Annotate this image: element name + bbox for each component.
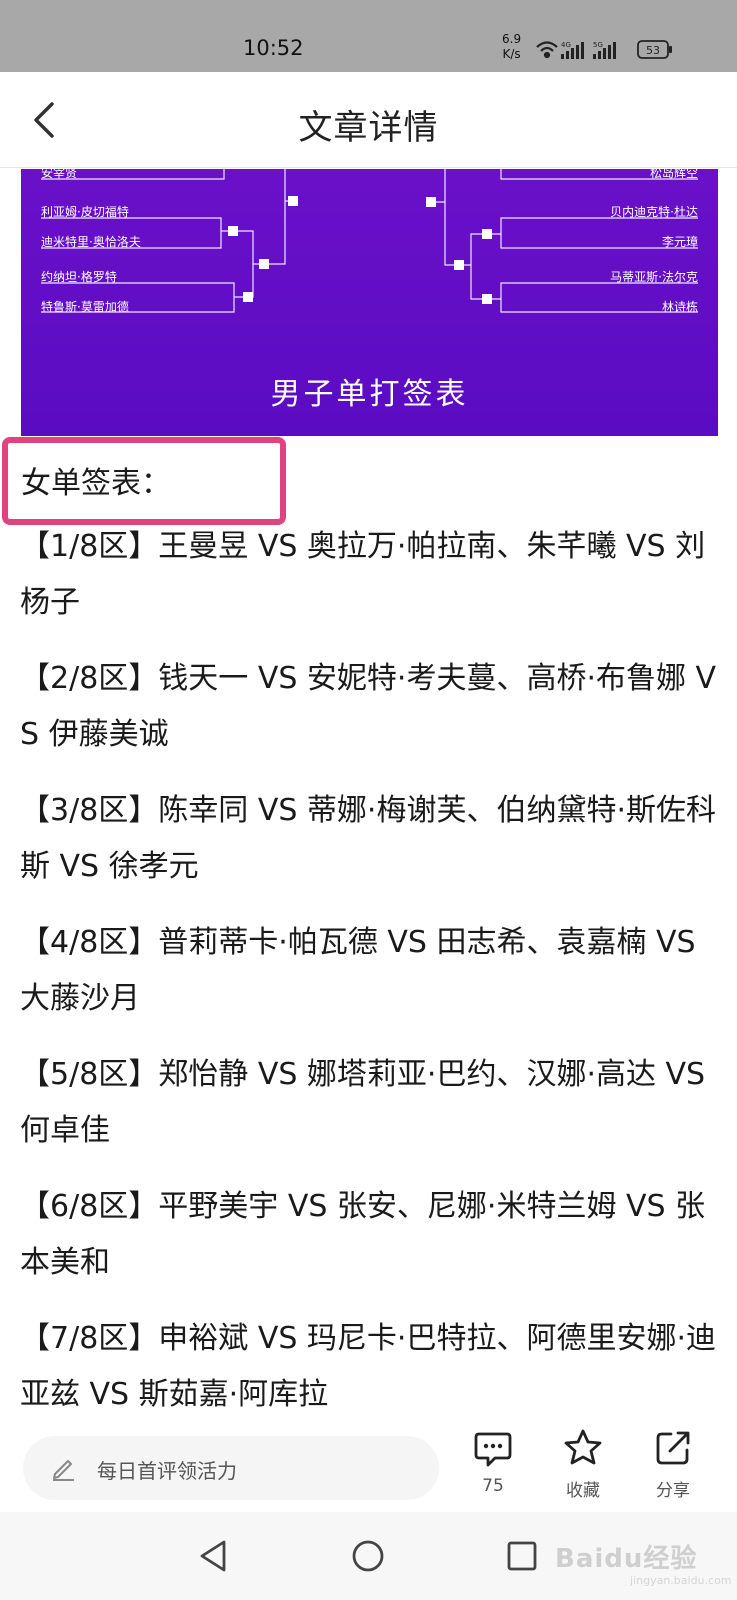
bracket-caption: 男子单打签表 [270, 377, 469, 412]
draw-entries: 【1/8区】王曼昱 VS 奥拉万·帕拉南、朱芊曦 VS 刘杨子 【2/8区】钱天… [20, 519, 720, 1412]
draw-entry: 【7/8区】申裕斌 VS 玛尼卡·巴特拉、阿德里安娜·迪亚兹 VS 斯茹嘉·阿库… [20, 1321, 716, 1412]
system-nav-bar: Baidu经验 jingyan.baidu.com [0, 1512, 737, 1600]
nav-back-triangle-icon[interactable] [192, 1534, 236, 1578]
battery-level: 53 [646, 44, 660, 57]
network-speed-unit: K/s [502, 47, 521, 61]
draw-entry: 【3/8区】陈幸同 VS 蒂娜·梅谢芙、伯纳黛特·斯佐科斯 VS 徐孝元 [20, 793, 716, 884]
bracket-right-name: 李元璋 [661, 235, 698, 249]
bracket-left-name: 特鲁斯·莫雷加德 [41, 300, 129, 314]
app-header: 文章详情 [0, 72, 737, 168]
comment-placeholder: 每日首评领活力 [97, 1459, 237, 1483]
bracket-left-name: 安宰贤 [41, 169, 78, 180]
draw-entry: 【4/8区】普莉蒂卡·帕瓦德 VS 田志希、袁嘉楠 VS 大藤沙月 [20, 925, 696, 1016]
comment-input[interactable]: 每日首评领活力 [23, 1436, 439, 1500]
page-title: 文章详情 [298, 108, 439, 148]
bracket-left-name: 利亚姆·皮切福特 [41, 205, 129, 219]
article-content[interactable]: 安宰贤 利亚姆·皮切福特 迪米特里·奥恰洛夫 约纳坦·格罗特 特鲁斯·莫雷加德 … [0, 169, 737, 1412]
favorite-button[interactable]: 收藏 [548, 1428, 618, 1508]
comment-count: 75 [482, 1476, 504, 1496]
comment-bubble-icon [474, 1432, 512, 1467]
status-bar: 10:52 6.9 K/s 4G 5G 53 [0, 0, 737, 72]
section-heading: 女单签表： [21, 466, 171, 501]
pencil-icon [53, 1460, 74, 1481]
network-1-label: 4G [561, 41, 571, 49]
bracket-nodes [228, 196, 492, 304]
network-speed-value: 6.9 [502, 32, 522, 46]
comment-button[interactable]: 75 [458, 1428, 528, 1508]
favorite-label: 收藏 [566, 1481, 600, 1501]
nav-recents-square-icon[interactable] [500, 1534, 544, 1578]
status-time: 10:52 [243, 36, 304, 60]
share-icon [656, 1431, 690, 1465]
share-label: 分享 [656, 1481, 690, 1501]
bottom-action-bar: 每日首评领活力 75 收藏 分享 [0, 1412, 737, 1512]
status-icons: 4G 5G 53 [536, 40, 672, 59]
battery-icon: 53 [637, 40, 672, 59]
bracket-right-name: 贝内迪克特·杜达 [610, 205, 698, 219]
draw-entry: 【1/8区】王曼昱 VS 奥拉万·帕拉南、朱芊曦 VS 刘杨子 [20, 529, 706, 620]
network-speed: 6.9 K/s [502, 32, 521, 62]
bracket-right-name: 林诗栋 [661, 300, 698, 314]
nav-home-circle-icon[interactable] [346, 1534, 390, 1578]
bracket-image: 安宰贤 利亚姆·皮切福特 迪米特里·奥恰洛夫 约纳坦·格罗特 特鲁斯·莫雷加德 … [21, 169, 718, 436]
watermark-brand: Baidu经验 [555, 1544, 698, 1574]
bracket-left-name: 约纳坦·格罗特 [41, 270, 117, 284]
network-2-label: 5G [593, 41, 603, 49]
star-icon [564, 1429, 602, 1465]
bracket-left-name: 迪米特里·奥恰洛夫 [41, 235, 141, 249]
wifi-icon [536, 41, 558, 59]
draw-entry: 【5/8区】郑怡静 VS 娜塔莉亚·巴约、汉娜·高达 VS 何卓佳 [20, 1057, 706, 1148]
draw-entry: 【2/8区】钱天一 VS 安妮特·考夫蔓、高桥·布鲁娜 VS 伊藤美诚 [20, 661, 717, 752]
draw-entry: 【6/8区】平野美宇 VS 张安、尼娜·米特兰姆 VS 张本美和 [20, 1189, 706, 1280]
bracket-right-name: 松岛辉空 [649, 169, 698, 180]
watermark-domain: jingyan.baidu.com [630, 1574, 732, 1587]
share-button[interactable]: 分享 [638, 1428, 708, 1508]
bracket-right-name: 马蒂亚斯·法尔克 [610, 270, 698, 284]
